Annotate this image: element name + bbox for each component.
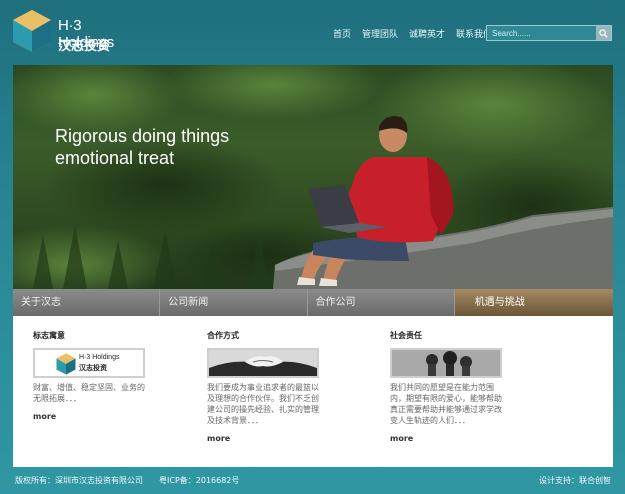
handshake-image xyxy=(209,350,317,376)
hero-tagline: Rigorous doing things emotional treat xyxy=(55,125,229,169)
more-link[interactable]: more xyxy=(33,412,56,421)
hero-tagline-line1: Rigorous doing things xyxy=(55,126,230,146)
joined-hands-image xyxy=(392,350,500,376)
hero-photo xyxy=(13,65,613,289)
more-link[interactable]: more xyxy=(207,434,230,443)
content-panel: 标志寓意 H·3 Holdings 汉志投资 财富、增值、稳定坚固、业务的无限拓… xyxy=(13,316,613,467)
search-box xyxy=(486,25,612,41)
footer-copyright: 版权所有：深圳市汉志投资有限公司 粤ICP备：2016682号 xyxy=(15,476,240,485)
search-input[interactable] xyxy=(487,26,597,40)
brand-logo[interactable]: H·3 Holdings 汉志投资 xyxy=(12,9,132,55)
search-icon xyxy=(599,28,608,38)
top-nav: 首页 管理团队 诚聘英才 联系我们 xyxy=(333,27,492,40)
section-cooperation: 合作方式 我们要成为事业追求者的最篮以及理想的合作伙伴。我们不乏创建公司的操先经… xyxy=(207,330,347,445)
thumb-brand-en: H·3 Holdings xyxy=(79,354,120,361)
nav-management-team[interactable]: 管理团队 xyxy=(362,27,398,40)
nav-careers[interactable]: 诚聘英才 xyxy=(409,27,445,40)
section-social-responsibility: 社会责任 我们共同的愿望是在能力范围内，期望有限的爱心，能够帮助真正需要帮助并能… xyxy=(390,330,530,445)
hexagon-logo-icon xyxy=(13,10,51,52)
section-title: 社会责任 xyxy=(390,331,422,340)
search-button[interactable] xyxy=(596,26,611,40)
section-logo-meaning: 标志寓意 H·3 Holdings 汉志投资 财富、增值、稳定坚固、业务的无限拓… xyxy=(33,330,173,423)
brand-name-cn: 汉志投资 xyxy=(58,39,111,54)
tab-opportunities[interactable]: 机遇与挑战 xyxy=(454,289,613,316)
section-tabs: 关于汉志 公司新闻 合作公司 机遇与挑战 xyxy=(13,289,613,316)
nav-home[interactable]: 首页 xyxy=(333,27,351,40)
logo-thumbnail[interactable]: H·3 Holdings 汉志投资 xyxy=(33,348,145,378)
tab-partners[interactable]: 合作公司 xyxy=(307,289,455,316)
tab-about[interactable]: 关于汉志 xyxy=(13,289,161,316)
hands-thumbnail[interactable] xyxy=(390,348,502,378)
more-link[interactable]: more xyxy=(390,434,413,443)
thumb-brand-cn: 汉志投资 xyxy=(79,364,107,372)
hexagon-logo-icon xyxy=(56,353,76,375)
hero-tagline-line2: emotional treat xyxy=(55,148,175,168)
section-title: 标志寓意 xyxy=(33,331,65,340)
section-text: 财富、增值、稳定坚固、业务的无限拓展．．． xyxy=(33,383,145,403)
section-text: 我们共同的愿望是在能力范围内，期望有限的爱心，能够帮助真正需要帮助并能够通过求学… xyxy=(390,383,502,425)
footer-design-credit: 设计支持：联合创智 xyxy=(539,476,611,485)
section-text: 我们要成为事业追求者的最篮以及理想的合作伙伴。我们不乏创建公司的操先经验、扎实的… xyxy=(207,383,319,425)
section-title: 合作方式 xyxy=(207,331,239,340)
hero-banner: Rigorous doing things emotional treat xyxy=(13,65,613,289)
handshake-thumbnail[interactable] xyxy=(207,348,319,378)
tab-company-news[interactable]: 公司新闻 xyxy=(160,289,308,316)
